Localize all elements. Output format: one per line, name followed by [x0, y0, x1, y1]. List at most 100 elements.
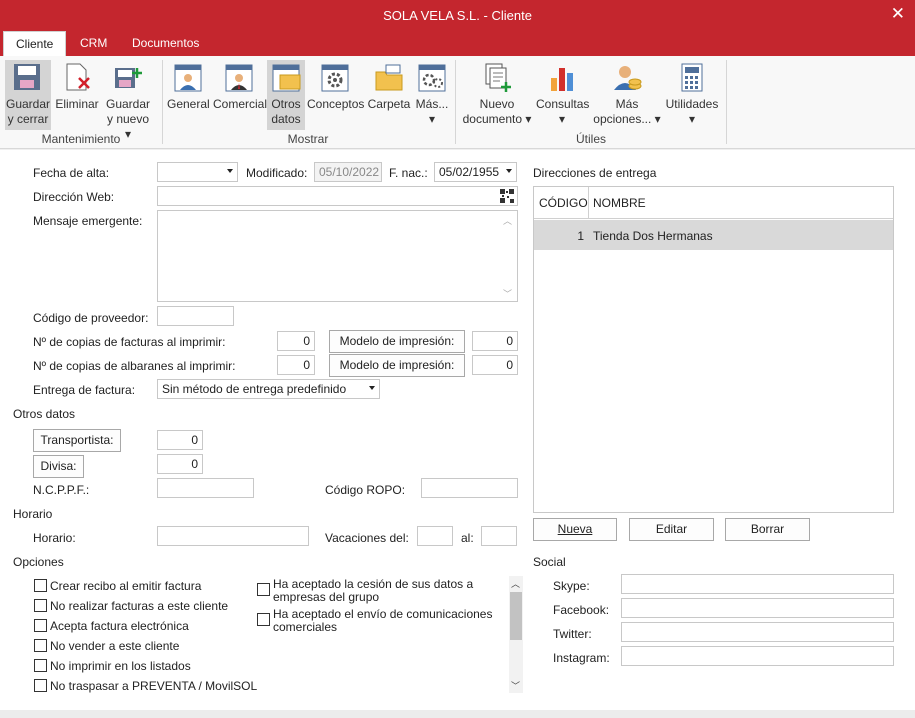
carpeta-button[interactable]: Carpeta [367, 60, 411, 130]
chevron-down-icon[interactable] [227, 169, 233, 173]
column-header-nombre[interactable]: NOMBRE [593, 196, 646, 210]
checkbox[interactable] [34, 659, 47, 672]
codigo-proveedor-field[interactable] [157, 306, 234, 326]
modelo-facturas-button[interactable]: Modelo de impresión: [329, 330, 465, 353]
editar-label: Editar [655, 522, 688, 536]
gear-icon [320, 62, 350, 94]
fnac-value: 05/02/1955 [439, 165, 500, 179]
mensaje-label: Mensaje emergente: [33, 214, 143, 228]
mensaje-textarea[interactable] [157, 210, 518, 302]
consultas-label: Consultas [536, 97, 590, 111]
chevron-down-icon: ▾ [558, 112, 566, 126]
web-label: Dirección Web: [33, 190, 115, 204]
comercial-button[interactable]: Comercial [213, 60, 267, 130]
opciones-scrollbar[interactable]: ︿ ﹀ [509, 576, 523, 693]
checkbox[interactable] [257, 583, 270, 596]
checkbox[interactable] [34, 599, 47, 612]
facebook-field[interactable] [621, 598, 894, 618]
utilidades-label: Utilidades [665, 97, 719, 111]
nueva-button[interactable]: Nueva [533, 518, 617, 541]
otros-datos-label-2: datos [271, 112, 301, 126]
table-row[interactable]: 1 Tienda Dos Hermanas [534, 220, 893, 250]
vacaciones-al-label: al: [461, 531, 474, 545]
web-field[interactable] [157, 186, 518, 206]
chevron-down-icon[interactable] [506, 169, 512, 173]
general-button[interactable]: General [167, 60, 210, 130]
delete-label: Eliminar [55, 97, 99, 111]
editar-button[interactable]: Editar [629, 518, 714, 541]
checkbox[interactable] [34, 639, 47, 652]
column-divider [588, 187, 589, 219]
entrega-factura-select[interactable]: Sin método de entrega predefinido [157, 379, 380, 399]
ncppf-field[interactable] [157, 478, 254, 498]
carpeta-label: Carpeta [367, 97, 411, 111]
chevron-down-icon: ▾ [428, 112, 436, 126]
nuevo-documento-button[interactable]: Nuevo documento ▾ [460, 60, 534, 130]
fecha-alta-field[interactable] [157, 162, 238, 182]
borrar-label: Borrar [750, 522, 785, 536]
twitter-field[interactable] [621, 622, 894, 642]
nuevo-documento-label-1: Nuevo [479, 97, 515, 111]
scroll-down-icon[interactable]: ﹀ [503, 287, 512, 300]
checkbox[interactable] [34, 679, 47, 692]
qr-code-icon[interactable] [500, 189, 514, 206]
save-new-button[interactable]: Guardar y nuevo ▾ [103, 60, 153, 141]
consultas-button[interactable]: Consultas ▾ [536, 60, 590, 130]
horario-field[interactable] [157, 526, 309, 546]
mas-button[interactable]: Más... ▾ [414, 60, 450, 130]
vacaciones-desde-field[interactable] [417, 526, 453, 546]
modelo-albaranes-field[interactable]: 0 [472, 355, 518, 375]
conceptos-label: Conceptos [307, 97, 365, 111]
checkbox[interactable] [257, 613, 270, 626]
opcion-crear-recibo-label: Crear recibo al emitir factura [50, 579, 202, 593]
codigo-proveedor-label: Código de proveedor: [33, 311, 149, 325]
checkbox[interactable] [34, 579, 47, 592]
instagram-label: Instagram: [553, 651, 610, 665]
scroll-down-icon[interactable]: ﹀ [511, 679, 520, 692]
window-footer [0, 710, 915, 718]
mas-label: Más... [415, 97, 449, 111]
vacaciones-hasta-field[interactable] [481, 526, 517, 546]
fecha-alta-label: Fecha de alta: [33, 166, 110, 180]
facebook-label: Facebook: [553, 603, 610, 617]
otros-datos-button[interactable]: Otros datos [267, 60, 305, 130]
skype-field[interactable] [621, 574, 894, 594]
divisa-button[interactable]: Divisa: [33, 455, 84, 478]
direcciones-heading: Direcciones de entrega [533, 166, 657, 180]
fnac-label: F. nac.: [389, 166, 428, 180]
tab-cliente[interactable]: Cliente [3, 31, 67, 56]
twitter-label: Twitter: [553, 627, 592, 641]
borrar-button[interactable]: Borrar [725, 518, 810, 541]
scroll-up-icon[interactable]: ︿ [503, 214, 512, 227]
chevron-down-icon[interactable] [369, 386, 375, 390]
codigo-ropo-field[interactable] [421, 478, 518, 498]
calculator-icon [677, 62, 707, 94]
transportista-field[interactable]: 0 [157, 430, 203, 450]
salesperson-icon [224, 62, 254, 94]
scrollbar-thumb[interactable] [510, 592, 522, 640]
opcion-no-vender-label: No vender a este cliente [50, 639, 180, 653]
nueva-label: Nueva [557, 522, 593, 536]
instagram-field[interactable] [621, 646, 894, 666]
tab-crm[interactable]: CRM [68, 31, 119, 56]
utilidades-button[interactable]: Utilidades ▾ [664, 60, 720, 130]
ribbon: Guardar y cerrar Eliminar Guardar y nuev… [0, 56, 915, 149]
save-close-button[interactable]: Guardar y cerrar [5, 60, 51, 130]
copias-facturas-field[interactable]: 0 [277, 331, 315, 351]
scroll-up-icon[interactable]: ︿ [511, 577, 520, 590]
opcion-factura-electronica-label: Acepta factura electrónica [50, 619, 189, 633]
close-icon[interactable]: ✕ [891, 4, 905, 24]
checkbox[interactable] [34, 619, 47, 632]
horario-heading: Horario [13, 507, 53, 521]
copias-albaranes-field[interactable]: 0 [277, 355, 315, 375]
modelo-facturas-field[interactable]: 0 [472, 331, 518, 351]
conceptos-button[interactable]: Conceptos [307, 60, 365, 130]
transportista-button[interactable]: Transportista: [33, 429, 121, 452]
delete-button[interactable]: Eliminar [54, 60, 100, 130]
column-header-codigo[interactable]: CÓDIGO [539, 196, 588, 210]
fnac-field[interactable]: 05/02/1955 [434, 162, 517, 182]
tab-documentos[interactable]: Documentos [120, 31, 211, 56]
divisa-field[interactable]: 0 [157, 454, 203, 474]
mas-opciones-button[interactable]: Más opciones... ▾ [592, 60, 662, 130]
modelo-albaranes-button[interactable]: Modelo de impresión: [329, 354, 465, 377]
